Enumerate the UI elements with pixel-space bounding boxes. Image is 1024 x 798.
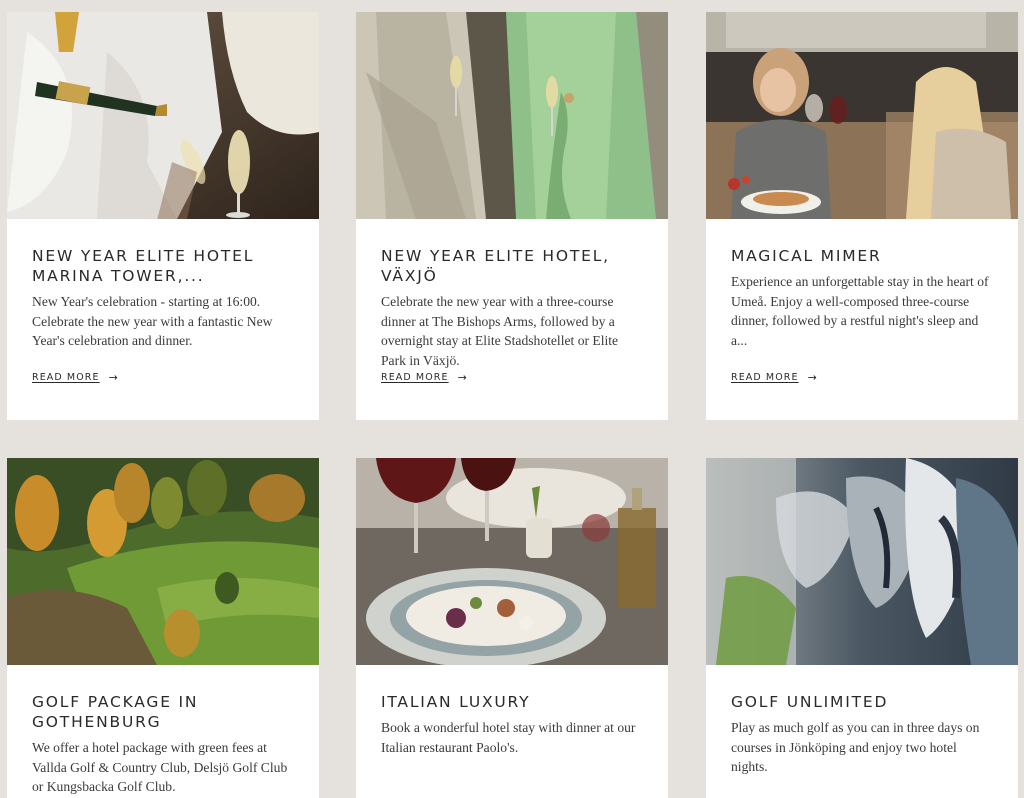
card-description: Play as much golf as you can in three da… bbox=[731, 720, 980, 774]
read-more-link[interactable]: READ MORE → bbox=[731, 371, 817, 384]
read-more-label[interactable]: READ MORE bbox=[731, 372, 799, 383]
card-title[interactable]: NEW YEAR ELITE HOTEL MARINA TOWER,... bbox=[32, 246, 297, 286]
arrow-right-icon: → bbox=[807, 371, 817, 384]
friends-dining-photo[interactable] bbox=[706, 12, 1018, 219]
card-description: Book a wonderful hotel stay with dinner … bbox=[381, 720, 636, 755]
card-description: Celebrate the new year with a three-cour… bbox=[381, 294, 619, 368]
card-description: Experience an unforgettable stay in the … bbox=[731, 274, 989, 348]
card-description: New Year's celebration - starting at 16:… bbox=[32, 294, 273, 348]
arrow-right-icon: → bbox=[457, 371, 467, 384]
offer-card-golf-unlimited[interactable]: GOLF UNLIMITED Play as much golf as you … bbox=[706, 458, 1018, 798]
card-title[interactable]: MAGICAL MIMER bbox=[731, 246, 996, 266]
offer-card-new-year-vaxjo[interactable]: NEW YEAR ELITE HOTEL, VÄXJÖ Celebrate th… bbox=[356, 12, 668, 420]
card-title[interactable]: ITALIAN LUXURY bbox=[381, 692, 646, 712]
card-title[interactable]: GOLF UNLIMITED bbox=[731, 692, 996, 712]
read-more-label[interactable]: READ MORE bbox=[381, 372, 449, 383]
women-toasting-photo[interactable] bbox=[356, 12, 668, 219]
golf-clubs-photo[interactable] bbox=[706, 458, 1018, 665]
offer-card-golf-package-gothenburg[interactable]: GOLF PACKAGE IN GOTHENBURG We offer a ho… bbox=[7, 458, 319, 798]
read-more-link[interactable]: READ MORE → bbox=[32, 371, 118, 384]
read-more-label[interactable]: READ MORE bbox=[32, 372, 100, 383]
read-more-link[interactable]: READ MORE → bbox=[381, 371, 467, 384]
card-title[interactable]: NEW YEAR ELITE HOTEL, VÄXJÖ bbox=[381, 246, 646, 286]
arrow-right-icon: → bbox=[108, 371, 118, 384]
card-title[interactable]: GOLF PACKAGE IN GOTHENBURG bbox=[32, 692, 297, 732]
golf-course-aerial-photo[interactable] bbox=[7, 458, 319, 665]
offer-card-new-year-marina-tower[interactable]: NEW YEAR ELITE HOTEL MARINA TOWER,... Ne… bbox=[7, 12, 319, 420]
offer-card-magical-mimer[interactable]: MAGICAL MIMER Experience an unforgettabl… bbox=[706, 12, 1018, 420]
italian-dinner-photo[interactable] bbox=[356, 458, 668, 665]
offer-card-italian-luxury[interactable]: ITALIAN LUXURY Book a wonderful hotel st… bbox=[356, 458, 668, 798]
champagne-celebration-photo[interactable] bbox=[7, 12, 319, 219]
